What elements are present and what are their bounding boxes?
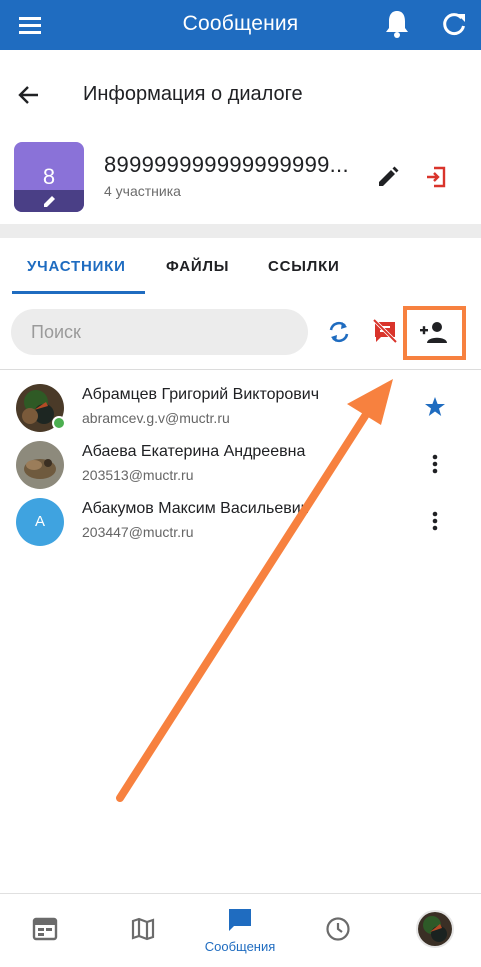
more-vert-icon[interactable] (422, 451, 448, 477)
map-icon[interactable] (130, 916, 156, 942)
clock-icon[interactable] (325, 916, 351, 942)
avatar-edit-strip[interactable] (14, 190, 84, 212)
participants-count: 4 участника (104, 183, 181, 199)
more-vert-icon[interactable] (422, 508, 448, 534)
search-input[interactable] (11, 309, 308, 355)
member-email: abramcev.g.v@muctr.ru (82, 410, 230, 426)
arrow-back-icon[interactable] (16, 82, 42, 108)
list-item[interactable]: Абрамцев Григорий Викторович abramcev.g.… (0, 380, 481, 436)
bell-icon[interactable] (382, 8, 412, 40)
add-user-icon[interactable] (418, 319, 448, 345)
app-bar: Сообщения (0, 0, 481, 50)
avatar (16, 441, 64, 489)
tab-indicator (12, 291, 145, 294)
dialog-info-screen: Сообщения Информация о диалоге 8 8999999… (0, 0, 481, 967)
profile-avatar[interactable] (416, 910, 454, 948)
calendar-icon[interactable] (32, 916, 58, 942)
dialog-info-header: Информация о диалоге (0, 58, 481, 130)
member-name: Абаева Екатерина Андреевна (82, 443, 306, 460)
dialog-name: 899999999999999999... (104, 152, 349, 177)
bottom-navigation: Сообщения (0, 893, 481, 967)
sync-icon[interactable] (326, 319, 352, 345)
list-divider (0, 369, 481, 370)
page-title: Информация о диалоге (83, 83, 303, 105)
tab-links[interactable]: ССЫЛКИ (268, 258, 340, 275)
member-email: 203513@muctr.ru (82, 467, 194, 483)
online-status-dot (52, 416, 66, 430)
dialog-avatar-number: 8 (42, 164, 56, 189)
edit-icon[interactable] (376, 165, 400, 189)
tab-files[interactable]: ФАЙЛЫ (166, 258, 229, 275)
dialog-avatar[interactable]: 8 (14, 142, 84, 212)
search-field[interactable] (11, 309, 308, 355)
star-icon[interactable] (422, 394, 448, 420)
nav-label-messages[interactable]: Сообщения (192, 939, 288, 954)
exit-icon[interactable] (424, 165, 448, 189)
list-item[interactable]: А Абакумов Максим Васильевич 203447@muct… (0, 494, 481, 550)
chat-icon[interactable] (226, 906, 254, 934)
member-name: Абрамцев Григорий Викторович (82, 386, 320, 403)
pencil-icon (44, 196, 55, 207)
list-item[interactable]: Абаева Екатерина Андреевна 203513@muctr.… (0, 437, 481, 493)
tab-participants[interactable]: УЧАСТНИКИ (27, 258, 126, 275)
section-separator (0, 224, 481, 238)
refresh-icon[interactable] (440, 10, 468, 38)
avatar: А (16, 498, 64, 546)
tab-bar: УЧАСТНИКИ ФАЙЛЫ ССЫЛКИ (0, 248, 481, 296)
member-email: 203447@muctr.ru (82, 524, 194, 540)
no-chat-icon[interactable] (372, 318, 398, 344)
member-name: Абакумов Максим Васильевич (82, 500, 310, 517)
